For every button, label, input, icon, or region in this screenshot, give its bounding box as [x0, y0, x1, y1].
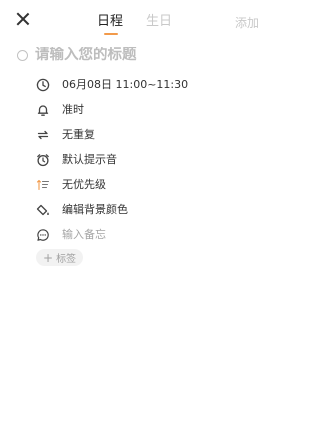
top-bar: 日程 生日 添加: [0, 0, 271, 38]
priority-icon: [36, 178, 50, 192]
repeat-icon: [36, 128, 50, 142]
active-tab-indicator: [104, 33, 118, 35]
color-row[interactable]: 编辑背景颜色: [36, 197, 188, 222]
reminder-row[interactable]: 准时: [36, 97, 188, 122]
color-label: 编辑背景颜色: [62, 202, 128, 216]
reminder-label: 准时: [62, 102, 84, 116]
clock-icon: [36, 78, 50, 92]
comment-icon: [36, 228, 50, 242]
paint-bucket-icon: [36, 203, 50, 217]
complete-radio[interactable]: [17, 49, 28, 61]
title-row: [17, 45, 235, 65]
title-input[interactable]: [35, 47, 235, 63]
close-icon[interactable]: [16, 12, 30, 26]
plus-icon: +: [43, 250, 54, 265]
sound-label: 默认提示音: [62, 152, 117, 166]
memo-row[interactable]: 输入备忘: [36, 222, 188, 247]
time-row[interactable]: 06月08日 11:00~11:30: [36, 72, 188, 97]
priority-row[interactable]: 无优先级: [36, 172, 188, 197]
add-button[interactable]: 添加: [235, 14, 259, 31]
repeat-row[interactable]: 无重复: [36, 122, 188, 147]
repeat-label: 无重复: [62, 127, 95, 141]
detail-list: 06月08日 11:00~11:30 准时 无重复 默认提示音 无优先级 编辑背…: [36, 72, 188, 247]
add-tag-button[interactable]: + 标签: [36, 249, 84, 266]
memo-placeholder: 输入备忘: [62, 227, 106, 241]
alarm-icon: [36, 153, 50, 167]
time-label: 06月08日 11:00~11:30: [62, 77, 189, 91]
bell-icon: [36, 103, 50, 117]
tab-birthday[interactable]: 生日: [146, 14, 172, 29]
tag-button-label: 标签: [56, 254, 77, 265]
priority-label: 无优先级: [62, 177, 106, 191]
sound-row[interactable]: 默认提示音: [36, 147, 188, 172]
tab-schedule[interactable]: 日程: [97, 14, 123, 29]
